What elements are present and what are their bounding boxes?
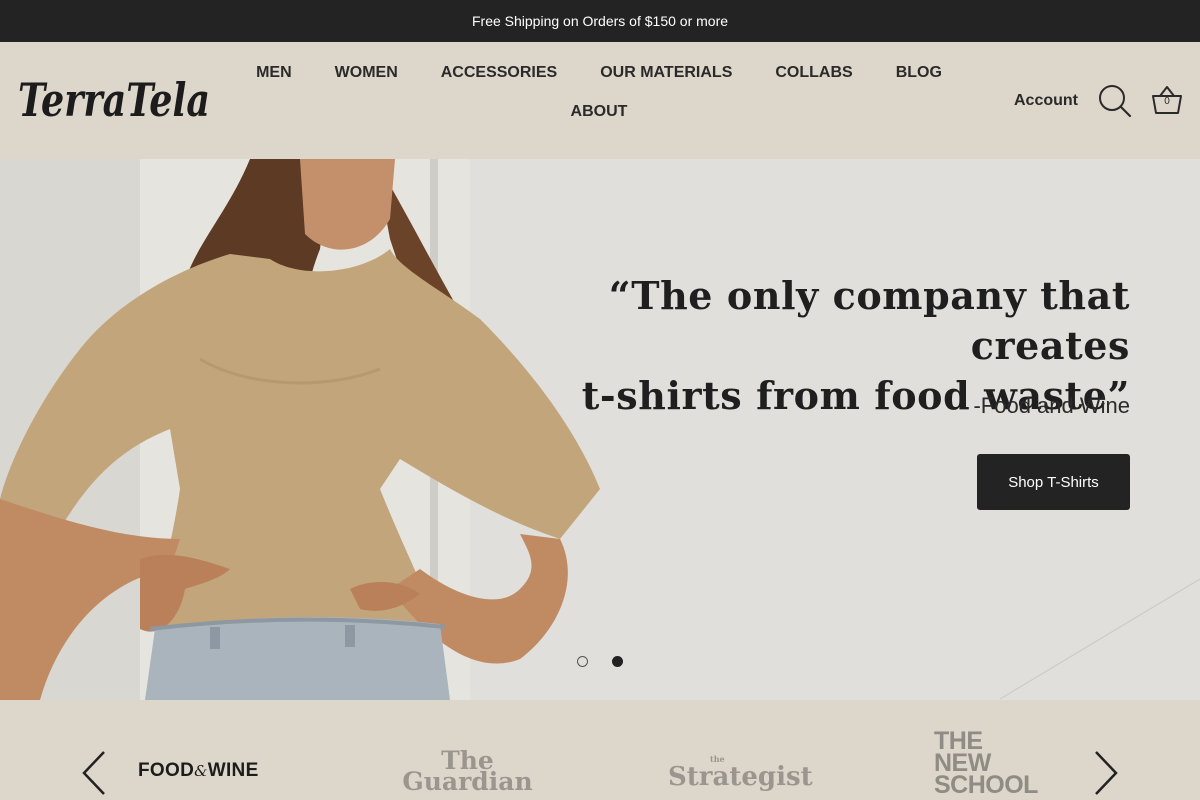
chevron-left-icon[interactable] <box>80 750 108 796</box>
cart-count: 0 <box>1164 96 1170 107</box>
press-logo-the-strategist-part-2: Strategist <box>668 762 813 792</box>
press-logo-food-and-wine[interactable]: FOOD&WINE <box>138 760 259 782</box>
nav-item-about[interactable]: ABOUT <box>549 101 649 123</box>
main-nav: MEN WOMEN ACCESSORIES OUR MATERIALS COLL… <box>232 62 966 123</box>
hero-image <box>0 159 1200 700</box>
announcement-bar: Free Shipping on Orders of $150 or more <box>0 0 1200 42</box>
hero-attribution: -Food and Wine <box>973 393 1130 418</box>
nav-item-collabs[interactable]: COLLABS <box>754 62 874 84</box>
brand-logo[interactable]: TerraTela <box>18 70 213 130</box>
press-logo-food-and-wine-part-1: FOOD <box>138 760 195 781</box>
press-logo-the-new-school-part-3: SCHOOL <box>934 771 1038 799</box>
hero-slideshow: “The only company that creates t-shirts … <box>0 159 1200 700</box>
nav-item-blog[interactable]: BLOG <box>874 62 963 84</box>
slide-dot-2-active[interactable] <box>612 656 623 667</box>
nav-item-women[interactable]: WOMEN <box>313 62 419 84</box>
site-header: TerraTela MEN WOMEN ACCESSORIES OUR MATE… <box>0 42 1200 159</box>
press-logo-the-strategist[interactable]: the Strategist <box>668 755 813 792</box>
nav-item-men[interactable]: MEN <box>235 62 314 84</box>
press-logo-the-new-school[interactable]: THE NEW SCHOOL <box>934 729 1064 799</box>
nav-item-our-materials[interactable]: OUR MATERIALS <box>579 62 754 84</box>
announcement-text: Free Shipping on Orders of $150 or more <box>471 13 729 29</box>
account-link[interactable]: Account <box>1014 92 1078 110</box>
nav-item-accessories[interactable]: ACCESSORIES <box>419 62 578 84</box>
shop-tshirts-button[interactable]: Shop T-Shirts <box>977 454 1130 510</box>
press-carousel: FOOD&WINE The Guardian the Strategist TH… <box>0 700 1200 800</box>
svg-text:TerraTela: TerraTela <box>18 73 210 127</box>
press-logo-food-and-wine-part-2: & <box>194 762 208 780</box>
slide-dot-1[interactable] <box>577 656 588 667</box>
press-logo-the-guardian[interactable]: The Guardian <box>400 748 535 796</box>
search-icon[interactable] <box>1098 84 1132 118</box>
press-logo-food-and-wine-part-3: WINE <box>207 760 259 781</box>
hero-quote-line-1: “The only company that creates <box>608 273 1130 368</box>
press-logo-the-guardian-part-2: Guardian <box>402 767 533 796</box>
chevron-right-icon[interactable] <box>1092 750 1120 796</box>
